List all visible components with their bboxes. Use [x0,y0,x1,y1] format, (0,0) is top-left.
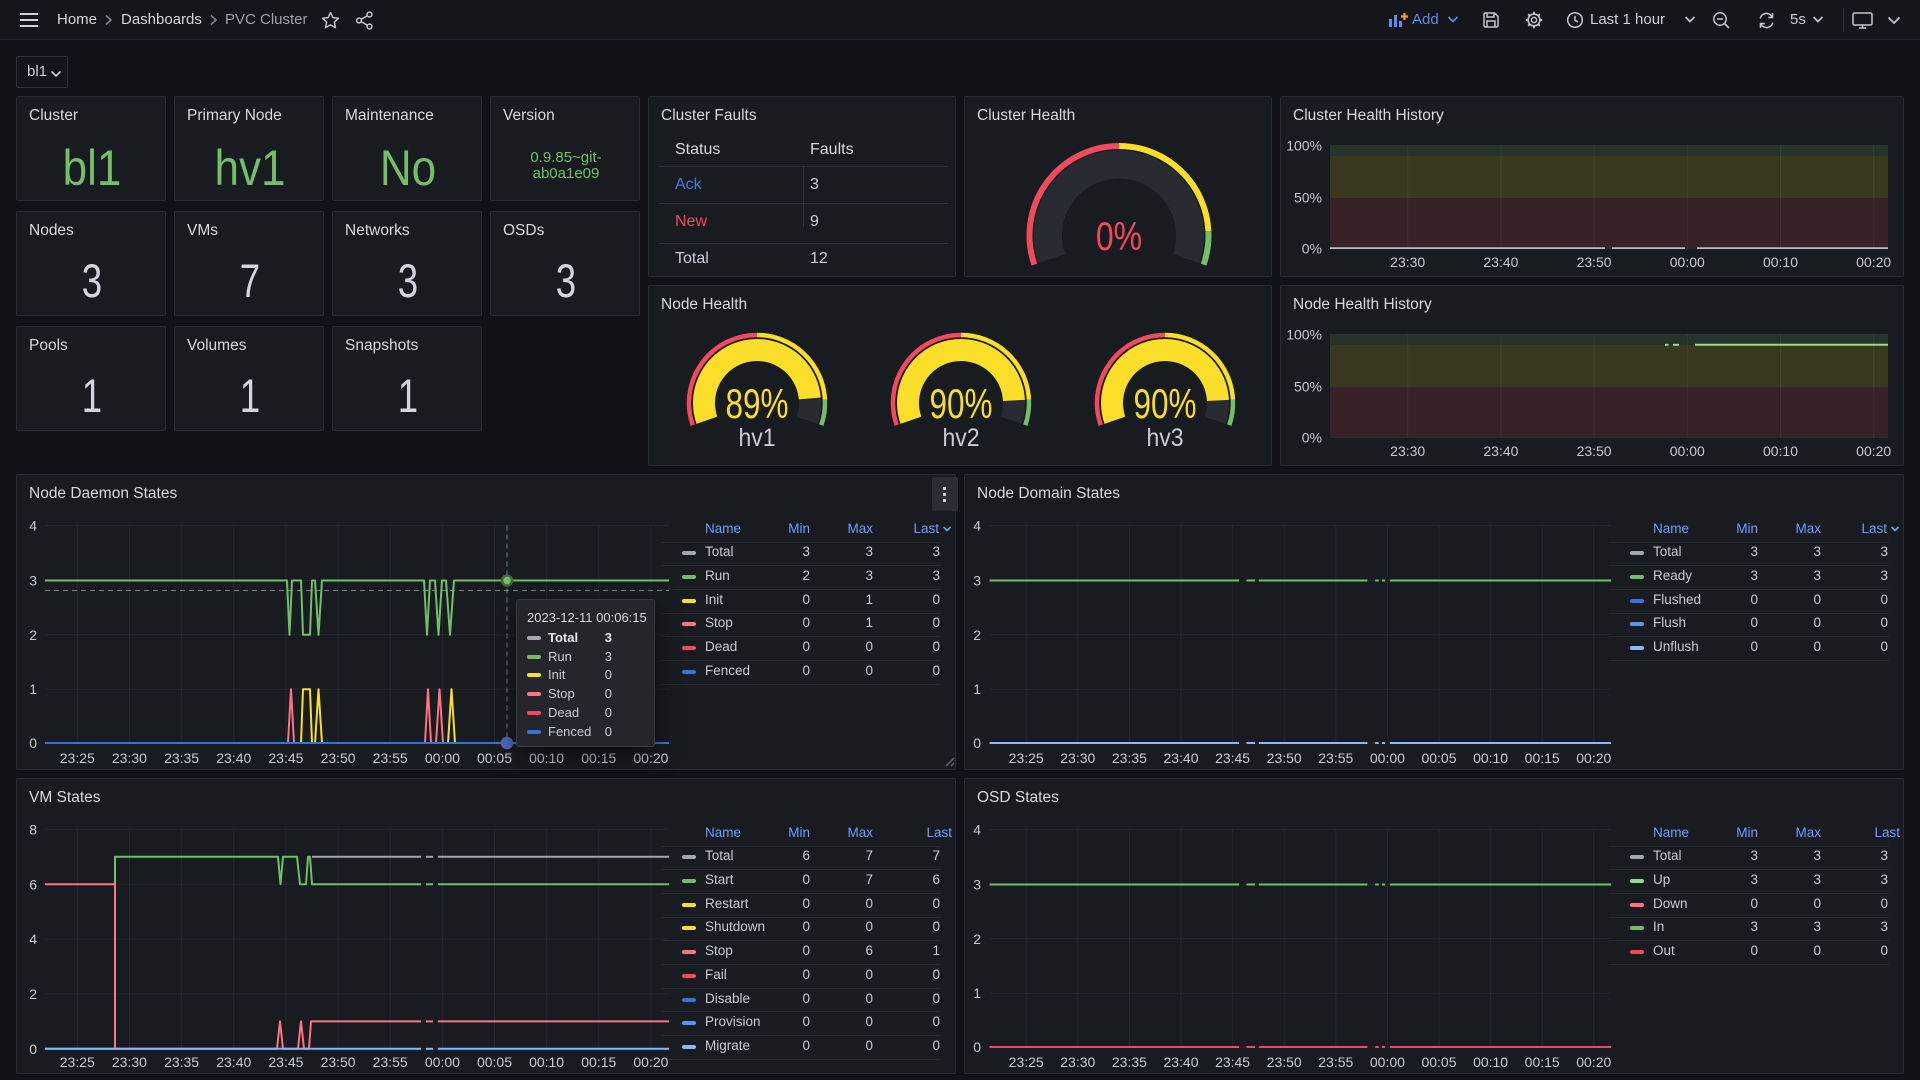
svg-text:4: 4 [29,518,37,534]
svg-text:23:35: 23:35 [164,1054,199,1070]
svg-text:0: 0 [973,735,981,751]
svg-text:00:10: 00:10 [1763,254,1798,270]
svg-text:23:30: 23:30 [1390,443,1425,459]
svg-text:23:55: 23:55 [1318,1054,1353,1070]
svg-text:23:40: 23:40 [1163,750,1198,766]
svg-text:23:40: 23:40 [1483,254,1518,270]
svg-text:1: 1 [29,681,37,697]
svg-text:23:35: 23:35 [164,750,199,766]
svg-text:23:50: 23:50 [1577,443,1612,459]
svg-text:00:20: 00:20 [633,1054,668,1070]
svg-text:00:00: 00:00 [1670,254,1705,270]
svg-text:23:50: 23:50 [1267,1054,1302,1070]
svg-text:0: 0 [29,1041,37,1057]
svg-text:23:25: 23:25 [1009,1054,1044,1070]
svg-text:00:00: 00:00 [425,750,460,766]
svg-text:4: 4 [973,518,981,534]
svg-text:00:05: 00:05 [477,750,512,766]
svg-text:23:30: 23:30 [1390,254,1425,270]
svg-text:00:15: 00:15 [1525,1054,1560,1070]
svg-text:23:45: 23:45 [1215,1054,1250,1070]
svg-text:3: 3 [29,573,37,589]
svg-text:00:20: 00:20 [1576,750,1611,766]
svg-text:00:05: 00:05 [1421,750,1456,766]
svg-text:23:40: 23:40 [1163,1054,1198,1070]
svg-text:00:00: 00:00 [1370,750,1405,766]
svg-text:00:00: 00:00 [1370,1054,1405,1070]
svg-text:3: 3 [973,877,981,893]
svg-text:23:30: 23:30 [112,1054,147,1070]
svg-text:00:20: 00:20 [1856,443,1891,459]
svg-text:23:55: 23:55 [1318,750,1353,766]
svg-text:00:15: 00:15 [581,1054,616,1070]
svg-text:23:55: 23:55 [373,1054,408,1070]
svg-text:00:15: 00:15 [1525,750,1560,766]
svg-text:00:15: 00:15 [581,750,616,766]
svg-text:23:40: 23:40 [216,750,251,766]
svg-text:23:45: 23:45 [268,750,303,766]
svg-text:23:35: 23:35 [1112,1054,1147,1070]
svg-text:23:45: 23:45 [268,1054,303,1070]
svg-text:0%: 0% [1302,430,1322,446]
svg-text:23:35: 23:35 [1112,750,1147,766]
svg-text:0: 0 [973,1039,981,1055]
svg-text:00:20: 00:20 [633,750,668,766]
svg-text:00:10: 00:10 [1763,443,1798,459]
svg-text:23:30: 23:30 [112,750,147,766]
svg-text:23:50: 23:50 [321,750,356,766]
svg-text:23:30: 23:30 [1060,750,1095,766]
svg-text:23:30: 23:30 [1060,1054,1095,1070]
svg-text:00:10: 00:10 [529,1054,564,1070]
svg-text:50%: 50% [1294,379,1322,395]
svg-text:23:40: 23:40 [216,1054,251,1070]
svg-text:23:25: 23:25 [60,1054,95,1070]
svg-text:00:10: 00:10 [529,750,564,766]
svg-text:4: 4 [29,931,37,947]
svg-text:00:20: 00:20 [1576,1054,1611,1070]
svg-text:8: 8 [29,821,37,837]
svg-text:00:00: 00:00 [1670,443,1705,459]
svg-text:50%: 50% [1294,190,1322,206]
svg-text:23:40: 23:40 [1483,443,1518,459]
svg-text:23:50: 23:50 [1577,254,1612,270]
svg-text:00:10: 00:10 [1473,750,1508,766]
svg-text:23:25: 23:25 [60,750,95,766]
svg-text:23:50: 23:50 [321,1054,356,1070]
svg-text:1: 1 [973,985,981,1001]
svg-text:00:20: 00:20 [1856,254,1891,270]
svg-text:0%: 0% [1096,213,1142,258]
svg-text:00:05: 00:05 [1421,1054,1456,1070]
svg-text:hv3: hv3 [1146,424,1183,452]
svg-text:1: 1 [973,681,981,697]
svg-text:2: 2 [973,627,981,643]
svg-text:23:25: 23:25 [1009,750,1044,766]
svg-text:2: 2 [29,627,37,643]
svg-text:100%: 100% [1286,327,1322,343]
svg-text:100%: 100% [1286,138,1322,154]
svg-text:00:05: 00:05 [477,1054,512,1070]
svg-text:3: 3 [973,573,981,589]
svg-text:6: 6 [29,876,37,892]
svg-text:00:10: 00:10 [1473,1054,1508,1070]
svg-text:23:55: 23:55 [373,750,408,766]
svg-text:00:00: 00:00 [425,1054,460,1070]
svg-text:2: 2 [29,986,37,1002]
svg-text:0: 0 [29,735,37,751]
svg-text:2: 2 [973,931,981,947]
svg-text:0%: 0% [1302,241,1322,257]
svg-text:23:50: 23:50 [1267,750,1302,766]
svg-text:4: 4 [973,822,981,838]
svg-text:23:45: 23:45 [1215,750,1250,766]
svg-text:90%: 90% [1133,380,1196,428]
